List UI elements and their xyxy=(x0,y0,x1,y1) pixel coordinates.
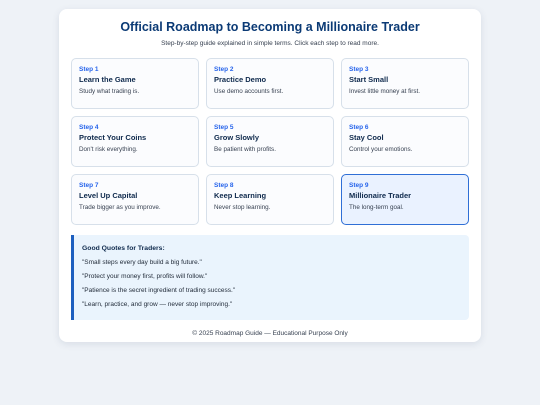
step-number: Step 9 xyxy=(349,182,369,189)
steps-grid: Step 1 Learn the Game Study what trading… xyxy=(71,58,469,225)
roadmap-card: Official Roadmap to Becoming a Millionai… xyxy=(59,9,481,342)
page-title: Official Roadmap to Becoming a Millionai… xyxy=(120,20,420,34)
step-card-2[interactable]: Step 2 Practice Demo Use demo accounts f… xyxy=(206,58,334,109)
step-number: Step 2 xyxy=(214,66,234,73)
footer-text: © 2025 Roadmap Guide — Educational Purpo… xyxy=(192,330,348,337)
quote-item: "Patience is the secret ingredient of tr… xyxy=(82,287,236,294)
step-title: Learn the Game xyxy=(79,75,136,84)
step-description: The long-term goal. xyxy=(349,204,404,211)
quote-item: "Protect your money first, profits will … xyxy=(82,273,208,280)
step-description: Control your emotions. xyxy=(349,146,413,153)
step-card-8[interactable]: Step 8 Keep Learning Never stop learning… xyxy=(206,174,334,225)
step-card-3[interactable]: Step 3 Start Small Invest little money a… xyxy=(341,58,469,109)
step-card-7[interactable]: Step 7 Level Up Capital Trade bigger as … xyxy=(71,174,199,225)
step-description: Trade bigger as you improve. xyxy=(79,204,161,211)
quote-item: "Small steps every day build a big futur… xyxy=(82,259,202,266)
step-number: Step 6 xyxy=(349,124,369,131)
step-card-5[interactable]: Step 5 Grow Slowly Be patient with profi… xyxy=(206,116,334,167)
step-description: Never stop learning. xyxy=(214,204,271,211)
step-title: Start Small xyxy=(349,75,389,84)
step-card-4[interactable]: Step 4 Protect Your Coins Don't risk eve… xyxy=(71,116,199,167)
step-description: Don't risk everything. xyxy=(79,146,138,153)
step-title: Level Up Capital xyxy=(79,191,138,200)
step-description: Be patient with profits. xyxy=(214,146,276,153)
step-title: Millionaire Trader xyxy=(349,191,412,200)
step-card-6[interactable]: Step 6 Stay Cool Control your emotions. xyxy=(341,116,469,167)
step-title: Grow Slowly xyxy=(214,133,260,142)
step-title: Keep Learning xyxy=(214,191,267,200)
step-card-9[interactable]: Step 9 Millionaire Trader The long-term … xyxy=(341,174,469,225)
step-number: Step 1 xyxy=(79,66,99,73)
step-number: Step 3 xyxy=(349,66,369,73)
step-number: Step 7 xyxy=(79,182,99,189)
step-description: Use demo accounts first. xyxy=(214,88,284,95)
step-title: Protect Your Coins xyxy=(79,133,147,142)
quotes-title: Good Quotes for Traders: xyxy=(82,245,165,252)
page-subtitle: Step-by-step guide explained in simple t… xyxy=(161,40,379,47)
step-card-1[interactable]: Step 1 Learn the Game Study what trading… xyxy=(71,58,199,109)
step-title: Practice Demo xyxy=(214,75,267,84)
quotes-panel: Good Quotes for Traders: "Small steps ev… xyxy=(71,235,469,320)
step-description: Invest little money at first. xyxy=(349,88,421,95)
quote-item: "Learn, practice, and grow — never stop … xyxy=(82,301,233,308)
step-description: Study what trading is. xyxy=(79,88,140,95)
step-number: Step 4 xyxy=(79,124,99,131)
step-number: Step 5 xyxy=(214,124,234,131)
step-title: Stay Cool xyxy=(349,133,384,142)
step-number: Step 8 xyxy=(214,182,234,189)
